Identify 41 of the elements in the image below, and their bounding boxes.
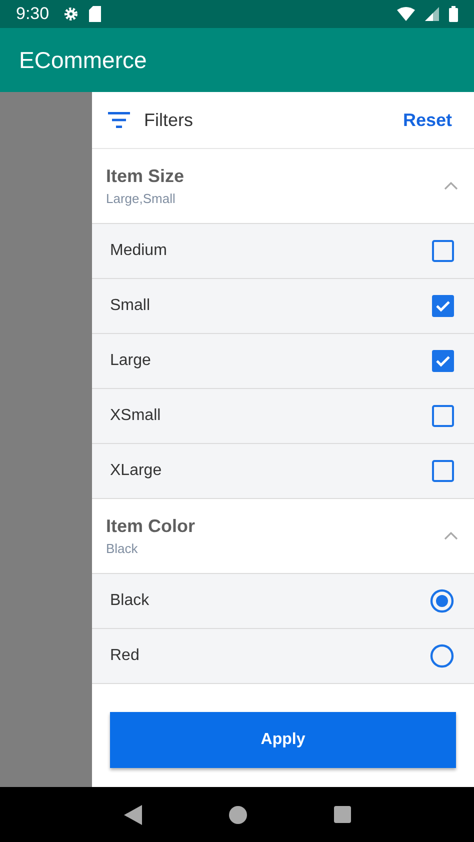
- filter-icon: [108, 112, 130, 128]
- checkbox[interactable]: [432, 405, 454, 427]
- option-label: Small: [110, 297, 152, 315]
- radio-button[interactable]: [430, 589, 454, 613]
- drawer-title: Filters: [144, 110, 194, 130]
- checkbox[interactable]: [432, 295, 454, 317]
- section-summary: Large,Small: [106, 191, 176, 206]
- option-label: XSmall: [110, 407, 162, 425]
- option-label: Medium: [110, 242, 168, 260]
- reset-button[interactable]: Reset: [398, 106, 456, 134]
- option-label: XLarge: [110, 462, 163, 480]
- option-row[interactable]: Red: [92, 629, 474, 684]
- option-row[interactable]: Medium: [92, 224, 474, 279]
- back-icon[interactable]: [124, 804, 142, 824]
- sd-card-icon: [89, 6, 102, 22]
- chevron-up-icon[interactable]: [444, 182, 458, 190]
- option-row[interactable]: Black: [92, 574, 474, 629]
- option-label: Large: [110, 352, 152, 370]
- wifi-icon: [397, 7, 415, 21]
- signal-icon: [425, 7, 439, 21]
- battery-icon: [449, 6, 458, 22]
- option-row[interactable]: Large: [92, 334, 474, 389]
- radio-button[interactable]: [430, 644, 454, 668]
- apply-button[interactable]: Apply: [110, 712, 456, 768]
- section-summary: Black: [106, 541, 139, 556]
- section-title: Item Size: [106, 166, 186, 187]
- gear-icon: [63, 6, 80, 22]
- option-row[interactable]: XSmall: [92, 389, 474, 444]
- app-title: ECommerce: [19, 46, 147, 74]
- checkbox[interactable]: [432, 350, 454, 372]
- checkbox[interactable]: [432, 240, 454, 262]
- home-icon[interactable]: [228, 806, 246, 824]
- status-time: 9:30: [16, 4, 50, 24]
- section-title: Item Color: [106, 516, 196, 537]
- option-label: Red: [110, 647, 140, 665]
- option-row[interactable]: XLarge: [92, 444, 474, 499]
- recents-icon[interactable]: [334, 806, 350, 823]
- checkbox[interactable]: [432, 460, 454, 482]
- chevron-up-icon[interactable]: [444, 532, 458, 540]
- option-label: Black: [110, 592, 150, 610]
- option-row[interactable]: Small: [92, 279, 474, 334]
